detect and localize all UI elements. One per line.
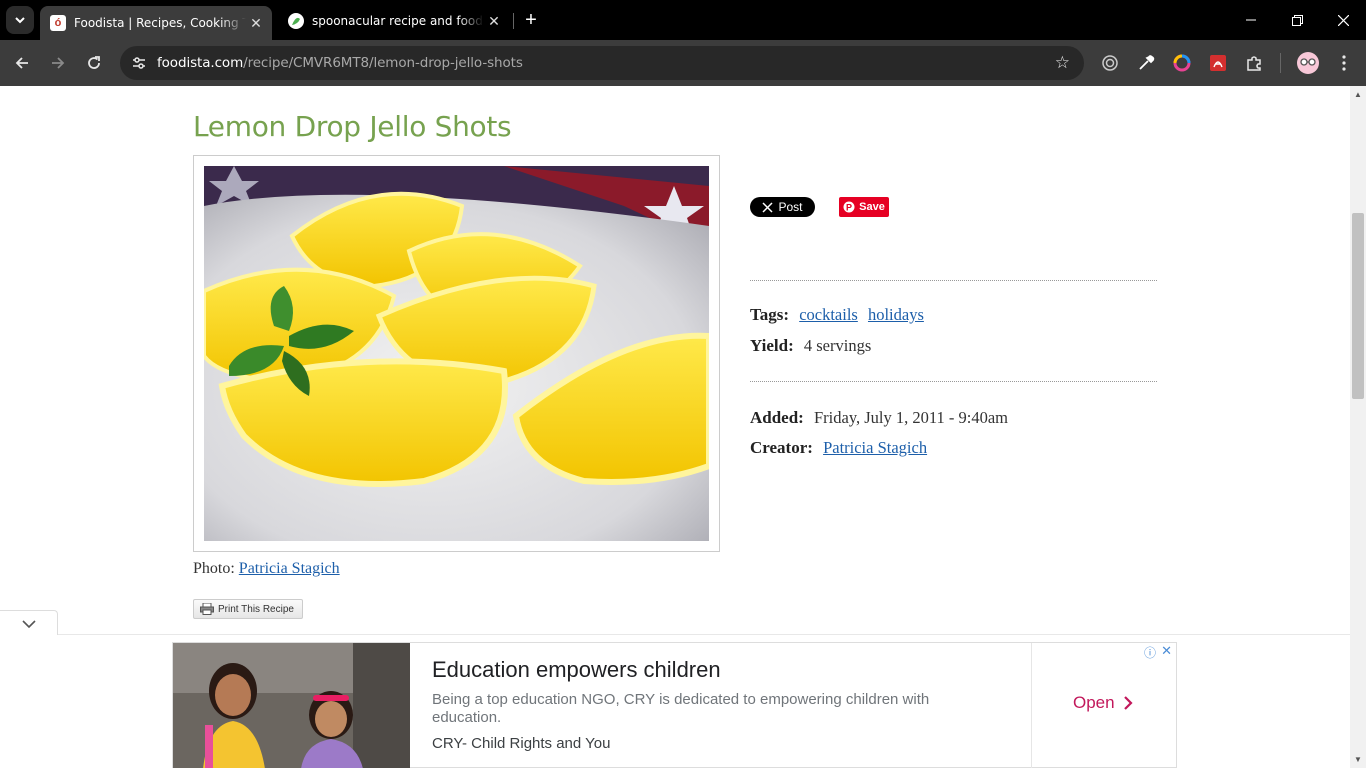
added-label: Added: xyxy=(750,408,804,427)
print-recipe-button[interactable]: Print This Recipe xyxy=(193,599,303,619)
photo-credit-link[interactable]: Patricia Stagich xyxy=(239,560,340,577)
spoonacular-icon xyxy=(288,13,304,29)
pinterest-save-button[interactable]: P Save xyxy=(839,197,889,217)
new-tab-button[interactable]: + xyxy=(519,8,543,32)
foodista-icon: ó xyxy=(50,15,66,31)
bookmark-star-icon[interactable]: ☆ xyxy=(1055,53,1070,73)
restore-icon xyxy=(1291,14,1303,26)
puzzle-icon[interactable] xyxy=(1242,51,1266,75)
tab-foodista[interactable]: ó Foodista | Recipes, Cooking Tips ✕ xyxy=(40,6,272,40)
ad-image[interactable] xyxy=(173,643,410,768)
photo-credit: Photo: Patricia Stagich xyxy=(193,560,340,578)
site-info-icon[interactable] xyxy=(128,52,150,74)
page-scrollbar[interactable]: ▲ ▼ xyxy=(1350,86,1366,768)
chevron-down-icon xyxy=(21,619,36,628)
tab-strip: ó Foodista | Recipes, Cooking Tips ✕ spo… xyxy=(0,0,1366,40)
kebab-menu-icon[interactable] xyxy=(1332,51,1356,75)
pdf-icon[interactable] xyxy=(1206,51,1230,75)
ad-open-button[interactable]: Open xyxy=(1073,693,1133,713)
reload-button[interactable] xyxy=(80,49,108,77)
pinterest-save-label: Save xyxy=(859,201,885,213)
creator-row: Creator: Patricia Stagich xyxy=(750,438,933,458)
tag-link[interactable]: cocktails xyxy=(799,305,858,324)
address-bar[interactable]: foodista.com/recipe/CMVR6MT8/lemon-drop-… xyxy=(120,46,1084,80)
recipe-photo-frame xyxy=(193,155,720,552)
forward-button[interactable] xyxy=(44,49,72,77)
back-button[interactable] xyxy=(8,49,36,77)
tab-separator xyxy=(513,13,514,29)
tab-title: Foodista | Recipes, Cooking Tips xyxy=(74,16,246,30)
arrow-right-icon xyxy=(52,57,65,69)
ad-body: Being a top education NGO, CRY is dedica… xyxy=(432,691,930,726)
chevron-right-icon xyxy=(1123,696,1133,710)
creator-label: Creator: xyxy=(750,438,813,457)
x-logo-icon xyxy=(762,201,774,213)
ad-advertiser: CRY- Child Rights and You xyxy=(432,735,611,752)
close-icon xyxy=(1337,14,1349,26)
toolbar-separator xyxy=(1280,53,1281,73)
arrow-left-icon xyxy=(15,57,28,69)
ad-collapse-button[interactable] xyxy=(0,610,58,636)
restore-button[interactable] xyxy=(1274,0,1320,40)
x-post-label: Post xyxy=(778,200,803,214)
reload-icon xyxy=(88,56,100,69)
x-post-button[interactable]: Post xyxy=(750,197,815,217)
svg-text:P: P xyxy=(846,203,852,213)
url-domain: foodista.com xyxy=(157,55,244,71)
yield-label: Yield: xyxy=(750,336,794,355)
yield-value: 4 servings xyxy=(803,336,872,355)
scroll-up-icon[interactable]: ▲ xyxy=(1354,90,1362,99)
ad-divider xyxy=(1031,643,1032,768)
divider xyxy=(750,280,1157,281)
pinterest-icon: P xyxy=(843,201,855,213)
page-content: Lemon Drop Jello Shots Photo: Patricia S… xyxy=(0,86,1350,768)
profile-avatar[interactable] xyxy=(1296,51,1320,75)
ad-close-icon[interactable]: ✕ xyxy=(1161,643,1172,659)
chevron-down-icon xyxy=(15,17,25,24)
browser-toolbar: foodista.com/recipe/CMVR6MT8/lemon-drop-… xyxy=(0,40,1366,86)
target-icon[interactable] xyxy=(1098,51,1122,75)
added-value: Friday, July 1, 2011 - 9:40am xyxy=(813,408,1008,427)
minimize-button[interactable] xyxy=(1228,0,1274,40)
close-tab-icon[interactable]: ✕ xyxy=(484,11,504,31)
url-text: foodista.com/recipe/CMVR6MT8/lemon-drop-… xyxy=(157,55,523,71)
recipe-photo[interactable] xyxy=(204,166,709,541)
tags-row: Tags: cocktails holidays xyxy=(750,305,930,325)
print-label: Print This Recipe xyxy=(218,603,294,615)
ad-info-icon[interactable]: ⓘ xyxy=(1144,644,1156,661)
tab-search-button[interactable] xyxy=(6,6,34,34)
photo-credit-label: Photo: xyxy=(193,560,235,577)
scrollbar-thumb[interactable] xyxy=(1352,213,1364,399)
ad-open-label: Open xyxy=(1073,693,1115,712)
added-row: Added: Friday, July 1, 2011 - 9:40am xyxy=(750,408,1008,428)
ad-headline[interactable]: Education empowers children xyxy=(432,657,721,683)
ad-container: Education empowers children Being a top … xyxy=(0,635,1350,768)
divider xyxy=(750,381,1157,382)
minimize-icon xyxy=(1246,19,1256,21)
close-window-button[interactable] xyxy=(1320,0,1366,40)
ad-banner[interactable]: Education empowers children Being a top … xyxy=(172,642,1177,768)
tag-link[interactable]: holidays xyxy=(868,305,924,324)
eyedropper-icon[interactable] xyxy=(1134,51,1158,75)
tab-spoonacular[interactable]: spoonacular recipe and food API ✕ xyxy=(278,6,510,36)
yield-row: Yield: 4 servings xyxy=(750,336,871,356)
recipe-title: Lemon Drop Jello Shots xyxy=(193,110,512,143)
printer-icon xyxy=(200,603,214,615)
close-tab-icon[interactable]: ✕ xyxy=(246,13,266,33)
creator-link[interactable]: Patricia Stagich xyxy=(823,438,927,457)
url-path: /recipe/CMVR6MT8/lemon-drop-jello-shots xyxy=(243,55,523,71)
scroll-down-icon[interactable]: ▼ xyxy=(1354,755,1362,764)
tab-title: spoonacular recipe and food API xyxy=(312,14,484,28)
color-circle-icon[interactable] xyxy=(1170,51,1194,75)
tags-label: Tags: xyxy=(750,305,790,324)
